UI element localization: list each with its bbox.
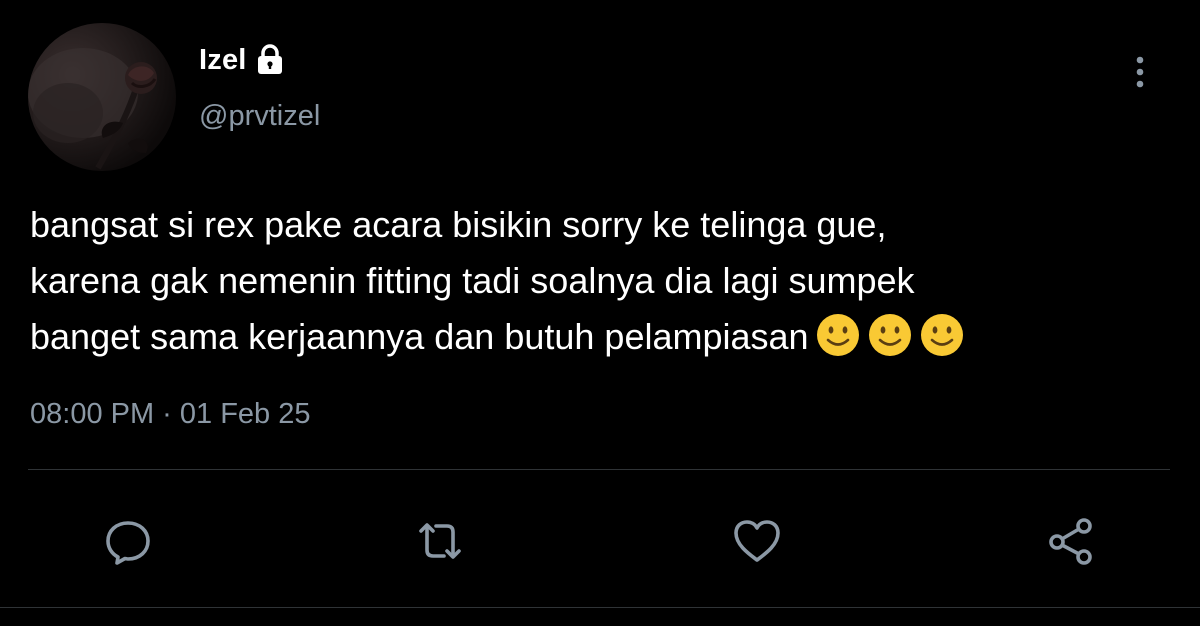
tweet-text-line: banget sama kerjaannya dan butuh pelampi… <box>30 316 809 357</box>
comment-icon <box>106 521 150 565</box>
tweet-text-line: karena gak nemenin fitting tadi soalnya … <box>30 260 915 301</box>
slightly-smiling-face-icon <box>919 312 965 358</box>
author-name-row: Izel <box>199 42 285 78</box>
tweet-text-line-last: banget sama kerjaannya dan butuh pelampi… <box>30 309 1190 365</box>
bottom-divider <box>0 607 1200 608</box>
author-handle[interactable]: @prvtizel <box>199 100 320 133</box>
lock-icon <box>255 44 285 76</box>
slightly-smiling-face-icon <box>867 312 913 358</box>
heart-icon <box>734 520 780 562</box>
display-name[interactable]: Izel <box>199 44 247 77</box>
tweet-text: bangsat si rex pake acara bisikin sorry … <box>30 197 1190 365</box>
tweet-card: Izel @prvtizel bangsat si rex pake acara… <box>0 0 1200 626</box>
share-button[interactable] <box>1044 514 1098 568</box>
slightly-smiling-face-icon <box>815 312 861 358</box>
tweet-text-line: bangsat si rex pake acara bisikin sorry … <box>30 204 887 245</box>
avatar[interactable] <box>28 23 176 171</box>
share-icon <box>1049 518 1092 565</box>
retweet-button[interactable] <box>413 514 467 568</box>
more-vertical-icon[interactable] <box>1126 52 1154 92</box>
tweet-timestamp[interactable]: 08:00 PM · 01 Feb 25 <box>30 398 311 431</box>
rose-avatar-image <box>28 48 157 170</box>
reply-button[interactable] <box>101 514 155 568</box>
divider <box>28 469 1170 470</box>
like-button[interactable] <box>730 514 784 568</box>
retweet-icon <box>419 523 461 559</box>
